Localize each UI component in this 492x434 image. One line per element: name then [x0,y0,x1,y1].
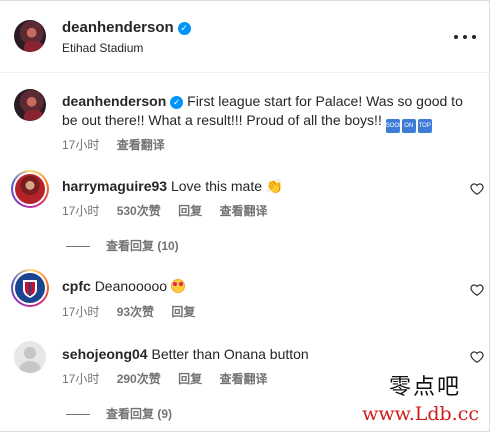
replies-divider-line [66,246,90,247]
comment-likes[interactable]: 93次赞 [117,305,154,319]
on-arrow-emoji-icon: ON [401,119,416,133]
like-heart-icon[interactable] [470,182,484,196]
comment-likes[interactable]: 530次赞 [117,204,161,218]
crest-icon [23,280,37,298]
caption-time: 17小时 [62,138,100,152]
translate-link[interactable]: 查看翻译 [219,204,267,218]
post-header: deanhenderson ✓ Etihad Stadium [0,1,490,73]
comment-avatar-ring[interactable] [11,170,49,208]
default-avatar[interactable] [14,341,46,373]
reply-button[interactable]: 回复 [178,204,202,218]
verified-badge-icon: ✓ [170,96,184,109]
comment-body: Deanooooo [94,278,168,294]
comment-username[interactable]: harrymaguire93 [62,178,167,194]
view-replies-button[interactable]: 查看回复 (10) [66,237,179,254]
comment-text: sehojeong04 Better than Onana button [62,345,309,364]
view-replies-label[interactable]: 查看回复 (9) [106,407,172,421]
caption-author-avatar[interactable] [14,89,46,121]
comment-username[interactable]: sehojeong04 [62,346,148,362]
comment-time: 17小时 [62,372,100,386]
comment-text: cpfc Deanooooo [62,277,185,296]
watermark-url: www.Ldb.cc [362,403,479,425]
replies-divider-line [66,414,90,415]
caption-username[interactable]: deanhenderson [62,93,166,109]
translate-link[interactable]: 查看翻译 [219,372,267,386]
comment-body: Better than Onana button [151,346,309,362]
caption-translate-link[interactable]: 查看翻译 [117,138,165,152]
comment-username[interactable]: cpfc [62,278,91,294]
clap-emoji-icon: 👏 [265,178,284,194]
author-username-text[interactable]: deanhenderson [62,19,174,36]
post-comments-panel: deanhenderson ✓ Etihad Stadium deanhender… [0,0,490,432]
view-replies-label[interactable]: 查看回复 (10) [106,239,179,253]
soon-arrow-emoji-icon: SOON [385,119,403,133]
comment-avatar-ring[interactable] [11,269,49,307]
verified-badge-icon: ✓ [177,22,191,35]
caption-line2: be out there!! What a result!!! Proud of… [62,112,382,128]
comment-body: Love this mate [170,178,263,194]
commenter-avatar[interactable] [15,174,45,204]
comment-time: 17小时 [62,305,100,319]
post-location[interactable]: Etihad Stadium [62,41,143,55]
comment-meta: 17小时 93次赞 回复 [62,303,209,320]
more-options-icon[interactable] [454,34,476,40]
cpfc-crest-avatar[interactable] [15,273,45,303]
caption-meta: 17小时 查看翻译 [62,136,179,153]
reply-button[interactable]: 回复 [171,305,195,319]
top-arrow-emoji-icon: TOP [417,119,432,133]
watermark-logo-text: 零点吧 [388,375,461,400]
comment-text: harrymaguire93 Love this mate 👏 [62,177,283,196]
comment-meta: 17小时 290次赞 回复 查看翻译 [62,370,281,387]
caption-line1: First league start for Palace! Was so go… [187,93,463,109]
author-username[interactable]: deanhenderson ✓ [62,19,191,36]
like-heart-icon[interactable] [470,350,484,364]
like-heart-icon[interactable] [470,283,484,297]
reply-button[interactable]: 回复 [178,372,202,386]
caption-text: deanhenderson ✓ First league start for Pa… [62,92,482,133]
comment-likes[interactable]: 290次赞 [117,372,161,386]
comment-time: 17小时 [62,204,100,218]
star-struck-emoji-icon [170,279,185,293]
comment-meta: 17小时 530次赞 回复 查看翻译 [62,202,281,219]
author-avatar[interactable] [14,20,46,52]
view-replies-button[interactable]: 查看回复 (9) [66,405,172,422]
